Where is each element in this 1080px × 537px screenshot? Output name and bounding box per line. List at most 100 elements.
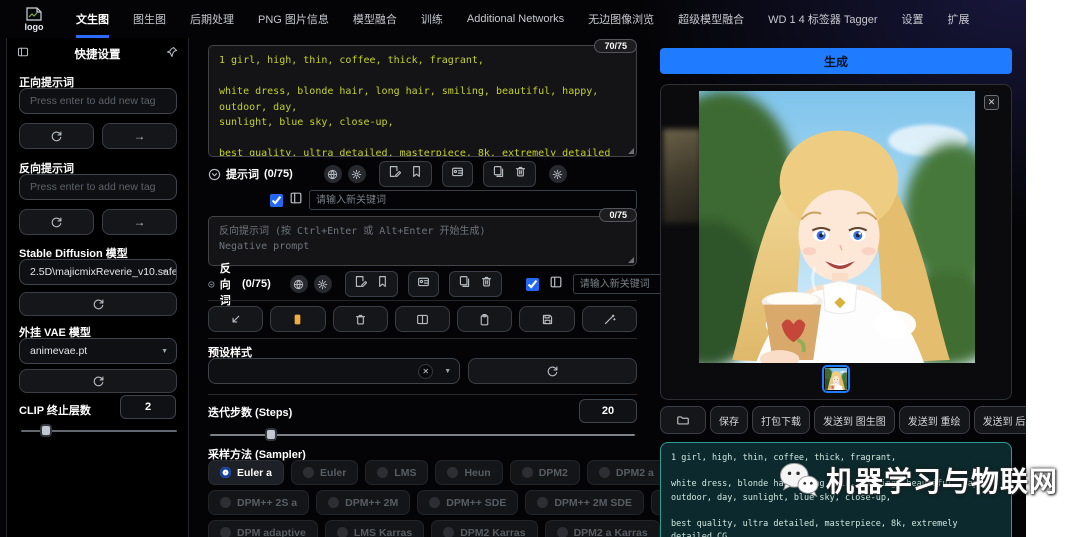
sampler-option-dpmpp-2m[interactable]: DPM++ 2M xyxy=(316,490,411,515)
sampler-option-dpmpp-sde[interactable]: DPM++ SDE xyxy=(417,490,519,515)
steps-slider[interactable] xyxy=(210,428,635,441)
sampler-option-lms[interactable]: LMS xyxy=(365,460,429,485)
save-style-button[interactable] xyxy=(519,306,575,332)
sampler-option-lms-karras[interactable]: LMS Karras xyxy=(324,520,425,537)
clear-styles-icon[interactable]: ✕ xyxy=(418,364,434,379)
sampler-option-dpm2-karras[interactable]: DPM2 Karras xyxy=(431,520,538,537)
paste-params-button[interactable] xyxy=(208,306,264,332)
translate-icon[interactable] xyxy=(289,275,308,293)
refresh-button[interactable] xyxy=(19,209,94,235)
sampler-option-dpm2-a-karras[interactable]: DPM2 a Karras xyxy=(544,520,660,537)
send-to-img2img-button[interactable]: 发送到 图生图 xyxy=(814,406,895,434)
id-card-icon[interactable] xyxy=(451,165,464,183)
radio-icon xyxy=(220,467,231,478)
send-to-inpaint-button[interactable]: 发送到 重绘 xyxy=(898,406,970,434)
negative-tool-group-2 xyxy=(344,271,398,297)
tab-extensions[interactable]: 扩展 xyxy=(948,0,970,38)
tab-supermerger[interactable]: 超级模型融合 xyxy=(678,0,744,38)
negative-tag-input[interactable] xyxy=(19,174,177,200)
prompt-keyword-input[interactable] xyxy=(309,190,637,210)
tab-image-browser[interactable]: 无边图像浏览 xyxy=(588,0,654,38)
apply-arrow-button[interactable]: → xyxy=(102,123,177,149)
trash-icon[interactable] xyxy=(480,275,493,293)
tab-extras[interactable]: 后期处理 xyxy=(190,0,234,38)
close-icon[interactable]: ✕ xyxy=(984,95,999,110)
save-button[interactable]: 保存 xyxy=(710,406,748,434)
sampler-option-dpmpp-2s-a[interactable]: DPM++ 2S a xyxy=(208,490,310,515)
keyword-enable-checkbox[interactable] xyxy=(270,193,283,207)
clip-skip-slider[interactable] xyxy=(21,424,177,437)
copy-page-icon[interactable] xyxy=(492,165,505,183)
generate-button[interactable]: 生成 xyxy=(660,48,1012,74)
tab-checkpoint-merger[interactable]: 模型融合 xyxy=(353,0,397,38)
gear-icon[interactable] xyxy=(347,165,366,183)
sd-model-select[interactable]: 2.5D\majicmixReverie_v10.safe ▼ xyxy=(19,259,177,285)
bookmark-icon[interactable] xyxy=(410,165,423,183)
sd-model-refresh-button[interactable] xyxy=(19,292,177,316)
zip-download-button[interactable]: 打包下载 xyxy=(752,406,810,434)
tab-img2img[interactable]: 图生图 xyxy=(133,0,166,38)
trash-icon[interactable] xyxy=(514,165,527,183)
prompt-keyword-row xyxy=(270,190,637,210)
id-card-icon[interactable] xyxy=(417,275,430,293)
pin-icon[interactable] xyxy=(166,45,178,63)
bookmark-icon[interactable] xyxy=(376,275,389,293)
gallery-thumbnail[interactable] xyxy=(822,365,850,393)
keyword-enable-checkbox[interactable] xyxy=(525,277,539,291)
positive-tag-input[interactable] xyxy=(19,88,177,114)
sampler-row-1: Euler a Euler LMS Heun DPM2 DPM2 a xyxy=(208,460,666,485)
copy-page-icon[interactable] xyxy=(458,275,471,293)
edit-note-icon[interactable] xyxy=(354,275,367,293)
apply-style-button[interactable] xyxy=(457,306,513,332)
tab-train[interactable]: 训练 xyxy=(421,0,443,38)
book-icon[interactable] xyxy=(549,275,563,294)
clear-prompt-button[interactable] xyxy=(332,306,388,332)
radio-icon xyxy=(303,467,315,478)
negative-tool-group-4 xyxy=(448,271,502,297)
negative-prompt-textarea[interactable]: 反向提示词 (按 Ctrl+Enter 或 Alt+Enter 开始生成) Ne… xyxy=(208,216,637,266)
clip-skip-value[interactable]: 2 xyxy=(120,395,176,419)
vae-refresh-button[interactable] xyxy=(19,369,177,393)
vae-model-select[interactable]: animevae.pt ▼ xyxy=(19,338,177,364)
clip-skip-slider-handle[interactable] xyxy=(39,424,52,437)
sampler-option-dpm2[interactable]: DPM2 xyxy=(509,460,580,485)
prompt-accordion-toggle[interactable]: 提示词 (0/75) xyxy=(208,166,293,182)
marker-button[interactable] xyxy=(270,306,326,332)
styles-dropdown[interactable]: ✕ ▼ xyxy=(208,358,461,384)
prompt-textarea[interactable]: 1 girl, high, thin, coffee, thick, fragr… xyxy=(208,45,637,157)
wechat-icon xyxy=(780,462,819,498)
generated-image[interactable] xyxy=(699,91,975,363)
steps-label: 迭代步数 (Steps) xyxy=(208,407,293,419)
apply-arrow-button[interactable]: → xyxy=(102,209,177,235)
split-view-button[interactable] xyxy=(394,306,451,332)
tab-additional-networks[interactable]: Additional Networks xyxy=(467,0,564,38)
sampler-option-dpmpp-2m-sde[interactable]: DPM++ 2M SDE xyxy=(525,490,644,515)
tab-txt2img[interactable]: 文生图 xyxy=(76,0,109,38)
sidebar-header: 快捷设置 xyxy=(7,45,188,63)
refresh-button[interactable] xyxy=(19,123,94,149)
sampler-option-euler[interactable]: Euler xyxy=(291,460,359,485)
tab-settings[interactable]: 设置 xyxy=(902,0,924,38)
send-to-extras-button[interactable]: 发送到 后期处理 xyxy=(973,406,1026,434)
steps-value[interactable]: 20 xyxy=(579,399,637,423)
magic-wand-button[interactable] xyxy=(581,306,637,332)
gallery-adjacent-image[interactable] xyxy=(663,129,701,223)
gear-icon[interactable] xyxy=(548,165,567,183)
radio-icon xyxy=(220,527,231,537)
tab-wd14-tagger[interactable]: WD 1 4 标签器 Tagger xyxy=(768,0,877,38)
vae-model-value: animevae.pt xyxy=(30,345,88,357)
sampler-option-dpm-adaptive[interactable]: DPM adaptive xyxy=(208,520,318,537)
open-folder-button[interactable] xyxy=(660,406,706,434)
translate-icon[interactable] xyxy=(323,165,342,183)
radio-icon xyxy=(429,497,441,508)
styles-refresh-button[interactable] xyxy=(468,358,637,384)
sampler-option-heun[interactable]: Heun xyxy=(435,460,503,485)
edit-note-icon[interactable] xyxy=(388,165,401,183)
sampler-option-dpm2-a[interactable]: DPM2 a xyxy=(586,460,666,485)
negative-token-counter: 0/75 xyxy=(599,208,637,222)
steps-slider-handle[interactable] xyxy=(265,428,278,441)
sampler-option-euler-a[interactable]: Euler a xyxy=(208,460,285,485)
tab-png-info[interactable]: PNG 图片信息 xyxy=(258,0,329,38)
gear-icon[interactable] xyxy=(313,275,332,293)
book-icon[interactable] xyxy=(289,191,303,210)
